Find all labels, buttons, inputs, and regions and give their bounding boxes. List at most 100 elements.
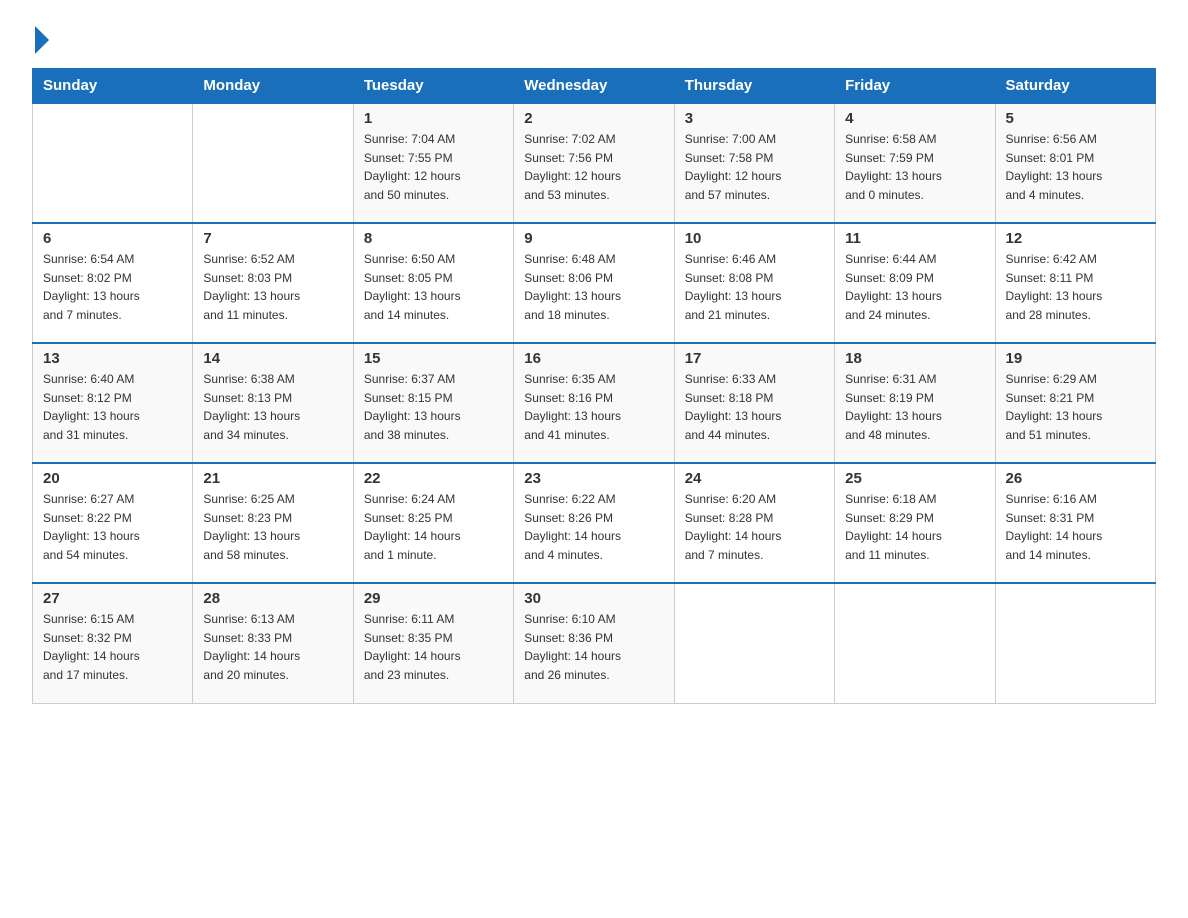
day-number: 25	[845, 470, 984, 487]
day-number: 14	[203, 350, 342, 367]
calendar-week-row: 13 Sunrise: 6:40 AM Sunset: 8:12 PM Dayli…	[33, 343, 1156, 463]
day-info: Sunrise: 6:33 AM Sunset: 8:18 PM Dayligh…	[685, 370, 824, 444]
calendar-day-cell: 28 Sunrise: 6:13 AM Sunset: 8:33 PM Dayli…	[193, 583, 353, 703]
calendar-day-cell: 23Sunrise: 6:22 AM Sunset: 8:26 PM Dayli…	[514, 463, 674, 583]
calendar-day-cell	[33, 103, 193, 223]
day-number: 21	[203, 470, 342, 487]
calendar-day-cell: 8 Sunrise: 6:50 AM Sunset: 8:05 PM Daylig…	[353, 223, 513, 343]
day-number: 8	[364, 230, 503, 247]
weekday-header-row: SundayMondayTuesdayWednesdayThursdayFrid…	[33, 69, 1156, 104]
calendar-day-cell: 27 Sunrise: 6:15 AM Sunset: 8:32 PM Dayli…	[33, 583, 193, 703]
day-info: Sunrise: 6:11 AM Sunset: 8:35 PM Dayligh…	[364, 610, 503, 684]
day-info: Sunrise: 6:38 AM Sunset: 8:13 PM Dayligh…	[203, 370, 342, 444]
calendar-day-cell: 1 Sunrise: 7:04 AM Sunset: 7:55 PM Daylig…	[353, 103, 513, 223]
day-number: 9	[524, 230, 663, 247]
page-header	[32, 24, 1156, 50]
day-info: Sunrise: 6:29 AM Sunset: 8:21 PM Dayligh…	[1006, 370, 1145, 444]
day-number: 26	[1006, 470, 1145, 487]
weekday-header-monday: Monday	[193, 69, 353, 104]
logo	[32, 24, 49, 50]
calendar-day-cell: 29 Sunrise: 6:11 AM Sunset: 8:35 PM Dayli…	[353, 583, 513, 703]
day-info: Sunrise: 6:31 AM Sunset: 8:19 PM Dayligh…	[845, 370, 984, 444]
day-info: Sunrise: 6:35 AM Sunset: 8:16 PM Dayligh…	[524, 370, 663, 444]
day-info: Sunrise: 6:40 AM Sunset: 8:12 PM Dayligh…	[43, 370, 182, 444]
calendar-day-cell: 15 Sunrise: 6:37 AM Sunset: 8:15 PM Dayli…	[353, 343, 513, 463]
calendar-day-cell: 7Sunrise: 6:52 AM Sunset: 8:03 PM Daylig…	[193, 223, 353, 343]
calendar-day-cell: 4 Sunrise: 6:58 AM Sunset: 7:59 PM Daylig…	[835, 103, 995, 223]
calendar-day-cell: 11 Sunrise: 6:44 AM Sunset: 8:09 PM Dayli…	[835, 223, 995, 343]
day-info: Sunrise: 6:44 AM Sunset: 8:09 PM Dayligh…	[845, 250, 984, 324]
calendar-day-cell: 2 Sunrise: 7:02 AM Sunset: 7:56 PM Daylig…	[514, 103, 674, 223]
calendar-day-cell: 9 Sunrise: 6:48 AM Sunset: 8:06 PM Daylig…	[514, 223, 674, 343]
calendar-day-cell: 20Sunrise: 6:27 AM Sunset: 8:22 PM Dayli…	[33, 463, 193, 583]
day-info: Sunrise: 6:42 AM Sunset: 8:11 PM Dayligh…	[1006, 250, 1145, 324]
calendar-day-cell: 16 Sunrise: 6:35 AM Sunset: 8:16 PM Dayli…	[514, 343, 674, 463]
day-info: Sunrise: 6:22 AM Sunset: 8:26 PM Dayligh…	[524, 490, 663, 564]
day-info: Sunrise: 6:15 AM Sunset: 8:32 PM Dayligh…	[43, 610, 182, 684]
calendar-day-cell	[835, 583, 995, 703]
day-number: 19	[1006, 350, 1145, 367]
day-info: Sunrise: 6:37 AM Sunset: 8:15 PM Dayligh…	[364, 370, 503, 444]
day-number: 7	[203, 230, 342, 247]
day-info: Sunrise: 6:13 AM Sunset: 8:33 PM Dayligh…	[203, 610, 342, 684]
calendar-week-row: 6 Sunrise: 6:54 AM Sunset: 8:02 PM Daylig…	[33, 223, 1156, 343]
day-info: Sunrise: 7:04 AM Sunset: 7:55 PM Dayligh…	[364, 130, 503, 204]
calendar-day-cell: 6 Sunrise: 6:54 AM Sunset: 8:02 PM Daylig…	[33, 223, 193, 343]
weekday-header-sunday: Sunday	[33, 69, 193, 104]
day-number: 4	[845, 110, 984, 127]
calendar-week-row: 1 Sunrise: 7:04 AM Sunset: 7:55 PM Daylig…	[33, 103, 1156, 223]
day-info: Sunrise: 6:48 AM Sunset: 8:06 PM Dayligh…	[524, 250, 663, 324]
day-number: 17	[685, 350, 824, 367]
day-number: 16	[524, 350, 663, 367]
day-number: 24	[685, 470, 824, 487]
calendar-day-cell	[674, 583, 834, 703]
day-info: Sunrise: 6:58 AM Sunset: 7:59 PM Dayligh…	[845, 130, 984, 204]
weekday-header-friday: Friday	[835, 69, 995, 104]
weekday-header-thursday: Thursday	[674, 69, 834, 104]
day-info: Sunrise: 6:24 AM Sunset: 8:25 PM Dayligh…	[364, 490, 503, 564]
day-info: Sunrise: 6:16 AM Sunset: 8:31 PM Dayligh…	[1006, 490, 1145, 564]
calendar-day-cell: 26 Sunrise: 6:16 AM Sunset: 8:31 PM Dayli…	[995, 463, 1155, 583]
logo-triangle-icon	[35, 26, 49, 54]
calendar-day-cell: 3 Sunrise: 7:00 AM Sunset: 7:58 PM Daylig…	[674, 103, 834, 223]
day-number: 13	[43, 350, 182, 367]
day-number: 6	[43, 230, 182, 247]
calendar-day-cell: 13 Sunrise: 6:40 AM Sunset: 8:12 PM Dayli…	[33, 343, 193, 463]
weekday-header-wednesday: Wednesday	[514, 69, 674, 104]
day-number: 29	[364, 590, 503, 607]
calendar-day-cell	[193, 103, 353, 223]
day-info: Sunrise: 6:25 AM Sunset: 8:23 PM Dayligh…	[203, 490, 342, 564]
day-info: Sunrise: 6:54 AM Sunset: 8:02 PM Dayligh…	[43, 250, 182, 324]
day-number: 20	[43, 470, 182, 487]
day-info: Sunrise: 7:02 AM Sunset: 7:56 PM Dayligh…	[524, 130, 663, 204]
day-info: Sunrise: 6:46 AM Sunset: 8:08 PM Dayligh…	[685, 250, 824, 324]
calendar-day-cell: 24Sunrise: 6:20 AM Sunset: 8:28 PM Dayli…	[674, 463, 834, 583]
calendar-day-cell: 25Sunrise: 6:18 AM Sunset: 8:29 PM Dayli…	[835, 463, 995, 583]
day-info: Sunrise: 7:00 AM Sunset: 7:58 PM Dayligh…	[685, 130, 824, 204]
day-number: 22	[364, 470, 503, 487]
calendar-day-cell: 10 Sunrise: 6:46 AM Sunset: 8:08 PM Dayli…	[674, 223, 834, 343]
calendar-day-cell: 18Sunrise: 6:31 AM Sunset: 8:19 PM Dayli…	[835, 343, 995, 463]
calendar-day-cell: 5Sunrise: 6:56 AM Sunset: 8:01 PM Daylig…	[995, 103, 1155, 223]
calendar-week-row: 20Sunrise: 6:27 AM Sunset: 8:22 PM Dayli…	[33, 463, 1156, 583]
calendar-day-cell	[995, 583, 1155, 703]
calendar-day-cell: 12 Sunrise: 6:42 AM Sunset: 8:11 PM Dayli…	[995, 223, 1155, 343]
day-number: 3	[685, 110, 824, 127]
day-number: 15	[364, 350, 503, 367]
day-number: 28	[203, 590, 342, 607]
calendar-day-cell: 19 Sunrise: 6:29 AM Sunset: 8:21 PM Dayli…	[995, 343, 1155, 463]
weekday-header-tuesday: Tuesday	[353, 69, 513, 104]
day-info: Sunrise: 6:10 AM Sunset: 8:36 PM Dayligh…	[524, 610, 663, 684]
day-number: 1	[364, 110, 503, 127]
calendar-day-cell: 30Sunrise: 6:10 AM Sunset: 8:36 PM Dayli…	[514, 583, 674, 703]
day-number: 10	[685, 230, 824, 247]
day-number: 2	[524, 110, 663, 127]
day-number: 11	[845, 230, 984, 247]
weekday-header-saturday: Saturday	[995, 69, 1155, 104]
day-number: 5	[1006, 110, 1145, 127]
day-info: Sunrise: 6:50 AM Sunset: 8:05 PM Dayligh…	[364, 250, 503, 324]
calendar-week-row: 27 Sunrise: 6:15 AM Sunset: 8:32 PM Dayli…	[33, 583, 1156, 703]
day-number: 12	[1006, 230, 1145, 247]
day-number: 27	[43, 590, 182, 607]
calendar-day-cell: 21 Sunrise: 6:25 AM Sunset: 8:23 PM Dayli…	[193, 463, 353, 583]
